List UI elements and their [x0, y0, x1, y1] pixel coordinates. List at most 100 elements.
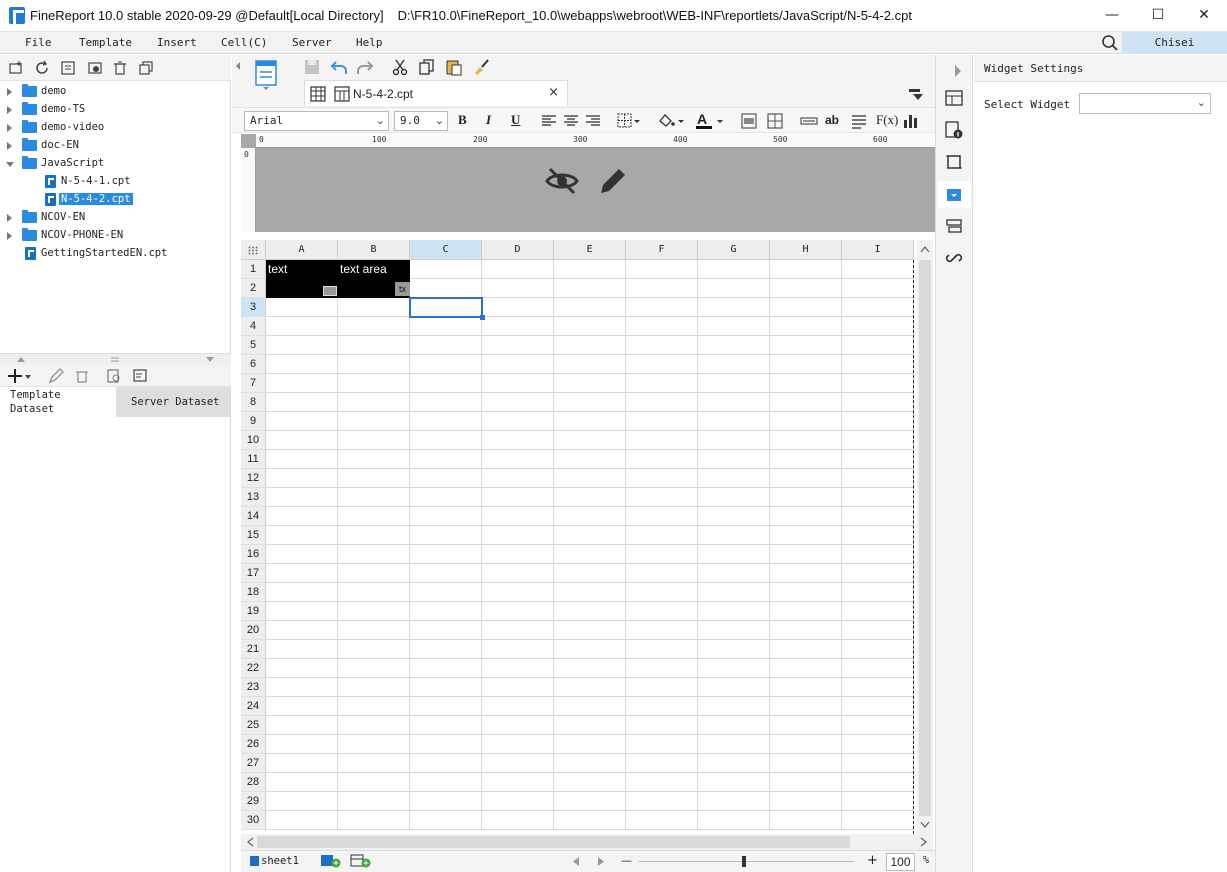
cell-element-icon[interactable] [945, 89, 963, 107]
expand-arrow-icon[interactable] [7, 88, 12, 96]
scroll-left-icon[interactable] [246, 837, 254, 847]
grid-corner[interactable] [241, 240, 266, 260]
column-header-b[interactable]: B [338, 240, 410, 260]
tab-n-5-4-2[interactable]: N-5-4-2.cpt × [304, 80, 568, 106]
row-header-24[interactable]: 24 [241, 697, 266, 716]
expand-arrow-icon[interactable] [7, 214, 12, 222]
column-header-e[interactable]: E [554, 240, 626, 260]
collapse-left-icon[interactable] [235, 61, 241, 71]
tree-item-demo-video[interactable]: demo-video [0, 120, 231, 137]
add-dataset-icon[interactable] [8, 368, 32, 384]
settings-icon[interactable] [87, 60, 103, 76]
zoom-in-button[interactable]: + [867, 853, 878, 868]
cut-icon[interactable] [391, 58, 409, 76]
cell-a1[interactable]: text [266, 260, 338, 279]
menu-insert[interactable]: Insert [157, 36, 197, 49]
row-header-28[interactable]: 28 [241, 773, 266, 792]
row-header-2[interactable]: 2 [241, 279, 266, 298]
align-right-icon[interactable] [585, 113, 601, 129]
spreadsheet-grid[interactable]: ABCDEFGHI 1 2 3 4 5 6 7 8 9 10 11 12 13 14 15 16 17 18 19 2… [241, 240, 933, 834]
tree-item-n-5-4-1[interactable]: N-5-4-1.cpt [0, 174, 231, 191]
edit-dataset-icon[interactable] [48, 368, 64, 384]
format-painter-icon[interactable] [472, 58, 490, 76]
border-icon[interactable] [617, 113, 641, 129]
row-header-25[interactable]: 25 [241, 716, 266, 735]
row-header-10[interactable]: 10 [241, 431, 266, 450]
row-header-18[interactable]: 18 [241, 583, 266, 602]
row-header-1[interactable]: 1 [241, 260, 266, 279]
cell-b2[interactable]: tx [338, 279, 410, 298]
vertical-scroll-thumb[interactable] [919, 260, 931, 816]
expand-arrow-icon[interactable] [7, 106, 12, 114]
merge-cells-icon[interactable] [741, 113, 757, 129]
float-element-icon[interactable] [945, 153, 963, 171]
underline-button[interactable]: U [511, 112, 520, 128]
zoom-input[interactable]: 100 [886, 853, 915, 871]
bold-button[interactable]: B [458, 112, 467, 128]
cell-a2[interactable] [266, 279, 338, 298]
hyperlink-icon[interactable] [945, 249, 963, 267]
font-size-select[interactable]: 9.0 ⌄ [394, 111, 448, 131]
split-cells-icon[interactable] [767, 113, 783, 129]
fill-color-icon[interactable] [657, 112, 685, 130]
row-header-3[interactable]: 3 [241, 298, 266, 317]
vertical-scrollbar[interactable] [917, 240, 933, 834]
tree-item-javascript[interactable]: JavaScript [0, 156, 231, 173]
align-center-icon[interactable] [563, 113, 579, 129]
scroll-right-icon[interactable] [920, 837, 928, 847]
row-header-23[interactable]: 23 [241, 678, 266, 697]
row-header-13[interactable]: 13 [241, 488, 266, 507]
strikethrough-button[interactable]: ab [825, 113, 839, 127]
column-header-g[interactable]: G [698, 240, 770, 260]
tab-server-dataset[interactable]: Server Dataset [116, 387, 230, 417]
italic-button[interactable]: I [486, 112, 491, 128]
row-header-12[interactable]: 12 [241, 469, 266, 488]
select-widget-dropdown[interactable]: ⌄ [1079, 93, 1211, 114]
column-header-f[interactable]: F [626, 240, 698, 260]
cell-attribute-icon[interactable] [945, 121, 963, 139]
row-header-26[interactable]: 26 [241, 735, 266, 754]
scroll-up-icon[interactable] [920, 245, 930, 253]
selected-cell-c3[interactable] [409, 297, 483, 318]
zoom-slider-thumb[interactable] [742, 856, 746, 867]
cell-b1[interactable]: text area [338, 260, 410, 279]
menu-file[interactable]: File [25, 36, 52, 49]
new-template-icon[interactable] [254, 60, 278, 90]
preview-dataset-icon[interactable] [106, 368, 122, 384]
collapse-up-icon[interactable] [16, 356, 26, 363]
undo-icon[interactable] [330, 58, 348, 76]
tree-item-demo-ts[interactable]: demo-TS [0, 102, 231, 119]
row-header-4[interactable]: 4 [241, 317, 266, 336]
search-icon[interactable] [1101, 34, 1119, 52]
redo-icon[interactable] [356, 58, 374, 76]
row-header-14[interactable]: 14 [241, 507, 266, 526]
tree-item-gettingstarted[interactable]: GettingStartedEN.cpt [0, 246, 231, 263]
row-header-17[interactable]: 17 [241, 564, 266, 583]
new-folder-icon[interactable] [8, 60, 24, 76]
expand-arrow-icon[interactable] [7, 232, 12, 240]
menu-server[interactable]: Server [292, 36, 332, 49]
tab-template-dataset[interactable]: Template Dataset [0, 387, 116, 417]
edit-pencil-icon[interactable] [597, 165, 629, 197]
column-header-a[interactable]: A [266, 240, 338, 260]
next-sheet-icon[interactable] [597, 857, 605, 866]
menu-help[interactable]: Help [356, 36, 383, 49]
delete-icon[interactable] [112, 60, 128, 76]
paste-icon[interactable] [445, 58, 463, 76]
minimize-button[interactable]: — [1089, 0, 1135, 30]
template-info-icon[interactable] [60, 60, 76, 76]
row-header-9[interactable]: 9 [241, 412, 266, 431]
drag-handle-icon[interactable] [111, 356, 119, 363]
copy-icon[interactable] [138, 60, 154, 76]
add-form-sheet-icon[interactable] [350, 854, 372, 868]
row-header-6[interactable]: 6 [241, 355, 266, 374]
close-tab-icon[interactable]: × [548, 85, 559, 100]
align-left-icon[interactable] [541, 113, 557, 129]
chart-icon[interactable] [903, 112, 919, 128]
tab-menu-icon[interactable] [908, 87, 924, 101]
expand-arrow-icon[interactable] [7, 142, 12, 150]
copy-icon[interactable] [418, 58, 436, 76]
text-wrap-icon[interactable] [851, 113, 867, 129]
column-header-i[interactable]: I [842, 240, 914, 260]
menu-cell[interactable]: Cell(C) [221, 36, 267, 49]
